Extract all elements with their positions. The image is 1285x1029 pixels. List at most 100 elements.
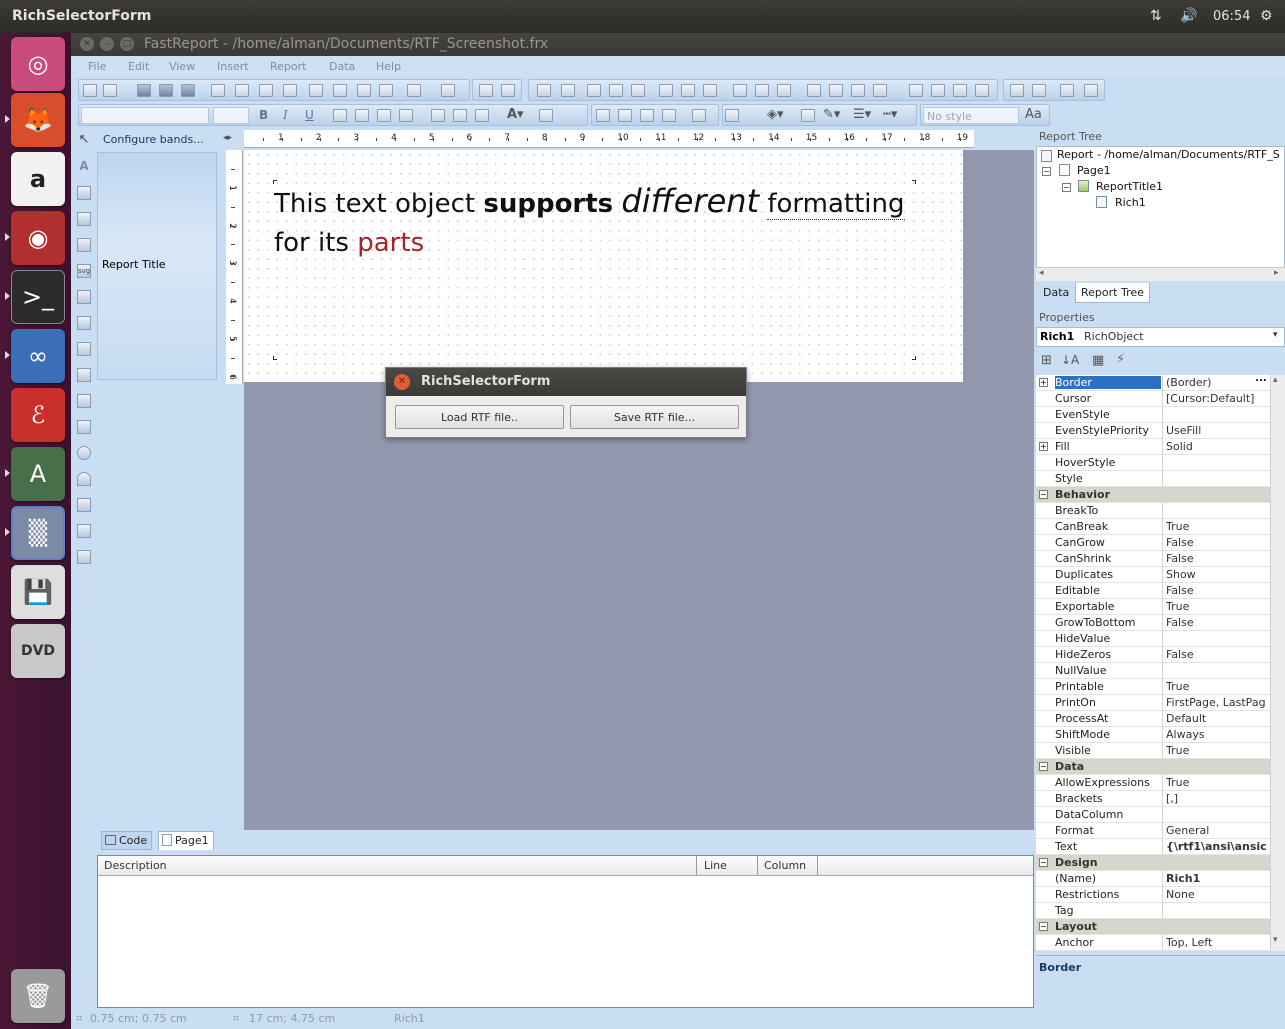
property-row[interactable]: CanBreak True	[1036, 519, 1270, 535]
decrease-v-spacing-icon[interactable]	[953, 84, 967, 97]
paste-icon[interactable]	[357, 84, 371, 97]
pointer-tool-icon[interactable]: ↖	[77, 133, 91, 148]
matrix-tool-icon[interactable]	[77, 394, 91, 408]
power-gear-icon[interactable]: ⚙	[1260, 8, 1273, 24]
property-row[interactable]: (Name) Rich1	[1036, 871, 1270, 887]
media-player-icon[interactable]: ◉	[11, 211, 65, 265]
property-row[interactable]: CanShrink False	[1036, 551, 1270, 567]
barcode-tool-icon[interactable]	[77, 342, 91, 356]
save-icon[interactable]	[137, 84, 151, 97]
rich-text-tool-icon[interactable]	[77, 420, 91, 434]
menu-data[interactable]: Data	[329, 60, 355, 73]
map-tool-icon[interactable]	[77, 446, 91, 460]
send-to-back-icon[interactable]	[1084, 84, 1098, 97]
property-category[interactable]: − Behavior	[1036, 487, 1270, 503]
line-width-icon[interactable]: ☰▾	[853, 107, 871, 122]
property-row[interactable]: Brackets [,]	[1036, 791, 1270, 807]
bring-to-front-icon[interactable]	[1060, 84, 1074, 97]
italic-button[interactable]: I	[283, 108, 288, 122]
center-horizontally-icon[interactable]	[1010, 84, 1024, 97]
ellipsis-button[interactable]: ...	[1254, 374, 1268, 389]
maximize-window-icon[interactable]: □	[120, 37, 134, 51]
no-border-icon[interactable]	[725, 109, 739, 122]
underline-button[interactable]: U	[305, 108, 314, 122]
categorized-icon[interactable]: ⊞	[1041, 353, 1052, 368]
table-tool-icon[interactable]	[77, 290, 91, 304]
highlight-icon[interactable]	[539, 109, 553, 122]
selection-corner[interactable]	[273, 180, 277, 184]
collapse-icon[interactable]: −	[1039, 762, 1048, 771]
terminal-icon[interactable]: >_	[11, 270, 65, 324]
property-grid-scrollbar[interactable]: ▴ ▾	[1270, 375, 1285, 951]
tree-node-rich1[interactable]: Rich1	[1115, 196, 1146, 209]
tree-node-page1[interactable]: Page1	[1077, 164, 1111, 177]
align-left-icon[interactable]	[587, 84, 601, 97]
property-value[interactable]: {\rtf1\ansi\ansic	[1166, 840, 1270, 853]
align-right-icon[interactable]	[631, 84, 645, 97]
properties-icon[interactable]: ▦	[1092, 353, 1104, 368]
column-divider[interactable]	[817, 856, 818, 875]
load-rtf-button[interactable]: Load RTF file..	[395, 405, 564, 429]
messages-list[interactable]: Description Line Column	[97, 855, 1034, 1008]
scroll-right-icon[interactable]: ▸	[1274, 268, 1279, 278]
dvd-icon[interactable]: DVD	[11, 624, 65, 678]
new-page-icon[interactable]	[211, 84, 225, 97]
svg-tool-icon[interactable]: svg	[77, 264, 91, 278]
column-divider[interactable]	[696, 856, 697, 875]
expand-icon[interactable]: +	[1039, 442, 1048, 451]
line-style-icon[interactable]: ┅▾	[883, 107, 897, 122]
property-row[interactable]: Tag	[1036, 903, 1270, 919]
border-right-icon[interactable]	[662, 109, 676, 122]
property-row[interactable]: Format General	[1036, 823, 1270, 839]
redo-icon[interactable]	[441, 84, 455, 97]
property-row[interactable]: + Border (Border)...	[1036, 374, 1270, 391]
space-vertically-icon[interactable]	[909, 84, 923, 97]
property-row[interactable]: Text {\rtf1\ansi\ansic	[1036, 839, 1270, 855]
undo-icon[interactable]	[407, 84, 421, 97]
volume-icon[interactable]: 🔊	[1180, 8, 1197, 24]
minimize-window-icon[interactable]: –	[100, 37, 114, 51]
save-rtf-button[interactable]: Save RTF file...	[570, 405, 739, 429]
menu-file[interactable]: File	[88, 60, 106, 73]
space-horizontally-icon[interactable]	[807, 84, 821, 97]
property-row[interactable]: Cursor [Cursor:Default]	[1036, 391, 1270, 407]
remove-h-spacing-icon[interactable]	[873, 84, 887, 97]
same-height-icon[interactable]	[755, 84, 769, 97]
collapse-icon[interactable]: −	[1042, 167, 1051, 176]
property-category[interactable]: − Data	[1036, 759, 1270, 775]
menu-help[interactable]: Help	[376, 60, 401, 73]
menu-view[interactable]: View	[169, 60, 195, 73]
border-top-icon[interactable]	[596, 109, 610, 122]
increase-h-spacing-icon[interactable]	[829, 84, 843, 97]
fit-to-grid-icon[interactable]	[561, 84, 575, 97]
menu-edit[interactable]: Edit	[128, 60, 149, 73]
col-description[interactable]: Description	[104, 859, 167, 872]
group-icon[interactable]	[479, 84, 493, 97]
property-row[interactable]: HoverStyle	[1036, 455, 1270, 471]
property-value[interactable]: True	[1166, 680, 1270, 693]
font-name-combo[interactable]	[81, 107, 209, 124]
property-value[interactable]: Solid	[1166, 440, 1270, 453]
text-color-icon[interactable]: A▾	[507, 107, 524, 122]
property-value[interactable]: General	[1166, 824, 1270, 837]
preview-icon[interactable]	[181, 84, 195, 97]
property-value[interactable]: None	[1166, 888, 1270, 901]
property-value[interactable]: False	[1166, 648, 1270, 661]
collapse-icon[interactable]: −	[1039, 490, 1048, 499]
property-row[interactable]: BreakTo	[1036, 503, 1270, 519]
tree-node-reporttitle1[interactable]: ReportTitle1	[1096, 180, 1163, 193]
rich-text-object[interactable]: This text object supports different form…	[274, 182, 914, 362]
property-value[interactable]: Default	[1166, 712, 1270, 725]
configure-bands[interactable]: Configure bands... ◂▸	[97, 130, 232, 150]
tab-page1[interactable]: Page1	[158, 831, 214, 850]
border-left-icon[interactable]	[640, 109, 654, 122]
property-row[interactable]: HideZeros False	[1036, 647, 1270, 663]
border-all-icon[interactable]	[692, 109, 706, 122]
ungroup-icon[interactable]	[501, 84, 515, 97]
expand-icon[interactable]: +	[1039, 378, 1048, 387]
selection-corner[interactable]	[273, 356, 277, 360]
property-row[interactable]: Duplicates Show	[1036, 567, 1270, 583]
text-middle-icon[interactable]	[453, 109, 467, 122]
menu-report[interactable]: Report	[270, 60, 306, 73]
center-vertically-icon[interactable]	[1032, 84, 1046, 97]
